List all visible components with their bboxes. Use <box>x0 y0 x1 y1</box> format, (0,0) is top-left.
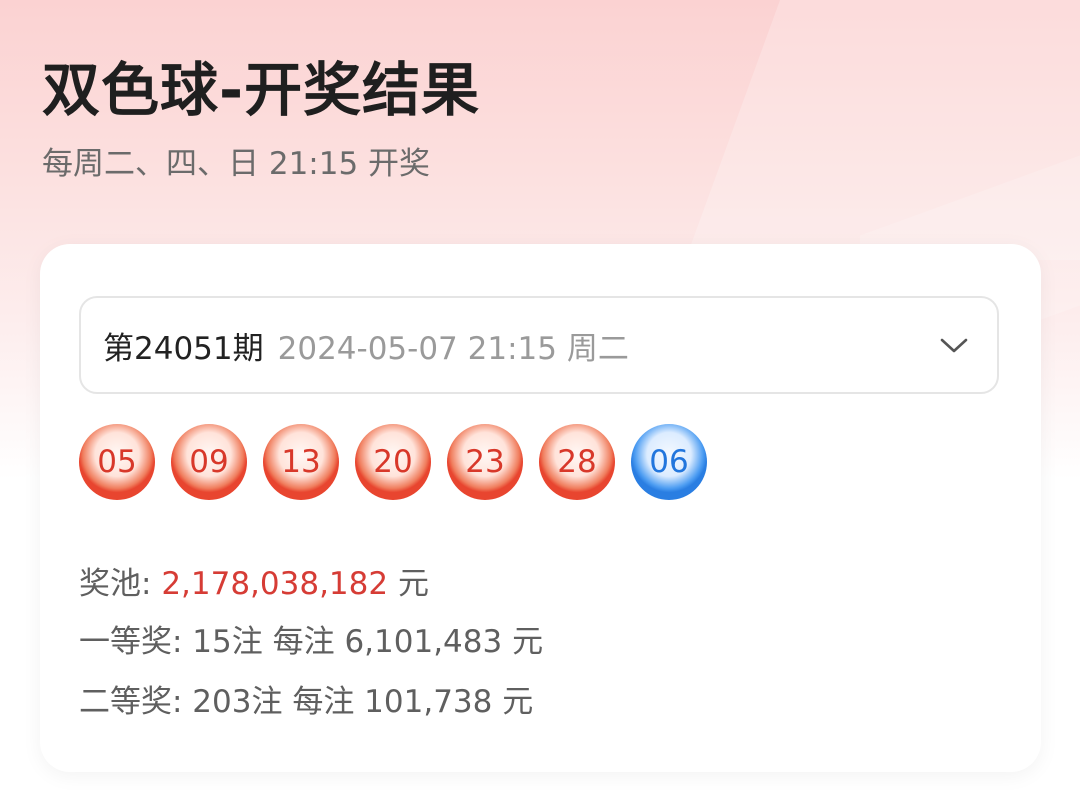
prize-pool-label: 奖池: <box>79 566 162 602</box>
prize-pool-amount: 2,178,038,182 <box>161 566 389 602</box>
blue-ball: 06 <box>631 424 707 500</box>
red-ball: 13 <box>263 424 339 500</box>
background-decoration <box>685 0 1080 260</box>
issue-selector[interactable]: 第24051期 2024-05-07 21:15 周二 <box>79 296 999 394</box>
red-ball-number: 20 <box>373 444 413 480</box>
red-ball: 28 <box>539 424 615 500</box>
red-ball: 09 <box>171 424 247 500</box>
issue-datetime: 2024-05-07 21:15 周二 <box>277 330 629 367</box>
draw-schedule: 每周二、四、日 21:15 开奖 <box>42 146 431 182</box>
prize-pool-unit: 元 <box>388 566 429 602</box>
first-prize: 一等奖: 15注 每注 6,101,483 元 <box>79 624 544 660</box>
red-ball-number: 13 <box>281 444 321 480</box>
issue-number: 第24051期 <box>103 330 264 367</box>
red-ball-number: 09 <box>189 444 229 480</box>
page-title: 双色球-开奖结果 <box>42 56 481 124</box>
red-ball-number: 23 <box>465 444 505 480</box>
second-prize: 二等奖: 203注 每注 101,738 元 <box>79 684 534 720</box>
blue-ball-number: 06 <box>649 444 689 480</box>
red-ball: 05 <box>79 424 155 500</box>
prize-pool: 奖池: 2,178,038,182 元 <box>79 562 429 606</box>
red-ball: 20 <box>355 424 431 500</box>
red-ball: 23 <box>447 424 523 500</box>
result-card: 第24051期 2024-05-07 21:15 周二 05 09 13 20 … <box>40 244 1041 772</box>
chevron-down-icon[interactable] <box>939 334 969 356</box>
red-ball-number: 05 <box>97 444 137 480</box>
red-ball-number: 28 <box>557 444 597 480</box>
